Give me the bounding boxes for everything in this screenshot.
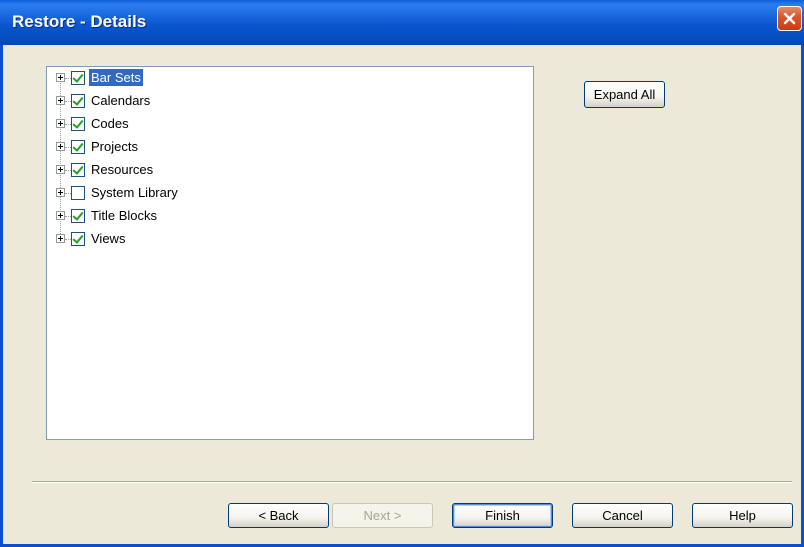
close-button[interactable] [777,6,802,31]
expand-plus-icon[interactable] [56,119,65,128]
expand-plus-icon[interactable] [56,234,65,243]
cancel-button[interactable]: Cancel [572,503,673,528]
tree-item-checkbox[interactable] [71,117,85,131]
expand-plus-icon[interactable] [56,165,65,174]
tree-item-checkbox[interactable] [71,232,85,246]
tree-item-checkbox[interactable] [71,186,85,200]
footer-separator [32,481,792,483]
tree-item-system-library[interactable]: System Library [47,183,347,203]
tree-item-checkbox[interactable] [71,94,85,108]
title-bar[interactable]: Restore - Details [0,0,804,45]
expand-plus-icon[interactable] [56,96,65,105]
next-button[interactable]: Next > [332,503,433,528]
help-button[interactable]: Help [692,503,793,528]
tree-item-label[interactable]: Calendars [89,92,152,109]
tree-item-codes[interactable]: Codes [47,114,347,134]
finish-button[interactable]: Finish [452,503,553,528]
tree-item-title-blocks[interactable]: Title Blocks [47,206,347,226]
expand-plus-icon[interactable] [56,73,65,82]
tree-item-checkbox[interactable] [71,140,85,154]
tree-item-label[interactable]: Title Blocks [89,207,159,224]
expand-all-button[interactable]: Expand All [584,81,665,108]
expand-plus-icon[interactable] [56,211,65,220]
tree-item-label[interactable]: Resources [89,161,155,178]
tree-item-label[interactable]: System Library [89,184,180,201]
tree-item-bar-sets[interactable]: Bar Sets [47,68,347,88]
tree-item-projects[interactable]: Projects [47,137,347,157]
tree-item-resources[interactable]: Resources [47,160,347,180]
tree-item-views[interactable]: Views [47,229,347,249]
expand-plus-icon[interactable] [56,142,65,151]
tree-item-calendars[interactable]: Calendars [47,91,347,111]
tree-item-label[interactable]: Codes [89,115,131,132]
tree-item-checkbox[interactable] [71,209,85,223]
tree-item-checkbox[interactable] [71,163,85,177]
tree-item-label[interactable]: Projects [89,138,140,155]
expand-plus-icon[interactable] [56,188,65,197]
window-title: Restore - Details [12,12,147,31]
back-button[interactable]: < Back [228,503,329,528]
close-icon [783,12,796,25]
restore-tree-view[interactable]: Bar Sets Calendars Codes Projects Resour… [46,66,534,440]
tree-item-label[interactable]: Bar Sets [89,69,143,86]
tree-item-checkbox[interactable] [71,71,85,85]
tree-item-label[interactable]: Views [89,230,127,247]
